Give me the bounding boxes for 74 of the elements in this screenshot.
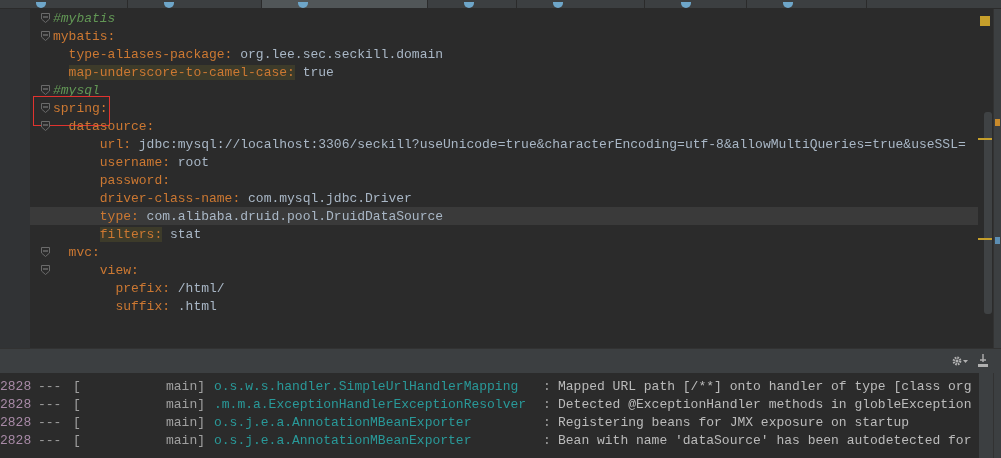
yaml-value: root [176,154,210,170]
code-comment: #mysql [53,82,100,98]
log-separator: : [543,414,552,430]
log-separator: --- [38,432,63,448]
yaml-key: map-underscore-to-camel-case: [68,64,295,80]
file-icon [164,2,174,8]
thread-name: main] [165,432,206,448]
log-separator: --- [38,396,63,412]
logger-name: .m.m.a.ExceptionHandlerExceptionResolver [214,396,528,412]
thread-name: main] [165,414,206,430]
warning-marker[interactable] [978,238,992,240]
file-icon [298,2,308,8]
process-id: 2828 [0,414,33,430]
yaml-value: /html/ [176,280,225,296]
process-id: 2828 [0,396,33,412]
yaml-value: jdbc:mysql://localhost:3306/seckill?useUnicode=true&characterEncoding=utf-8&allowMultiQueries=true&useSSL= [137,136,966,152]
log-bracket: [ [73,414,82,430]
log-bracket: [ [73,396,82,412]
fold-icon[interactable] [41,121,50,131]
yaml-key: mybatis: [53,28,116,44]
log-separator: : [543,432,552,448]
yaml-value: com.mysql.jdbc.Driver [247,190,412,206]
yaml-key: type-aliases-package: [68,46,233,62]
yaml-value: true [301,64,334,80]
file-icon [783,2,793,8]
yaml-key: mvc: [68,244,100,260]
process-id: 2828 [0,378,33,394]
log-bracket: [ [73,432,82,448]
file-icon [36,2,46,8]
file-icon [464,2,474,8]
yaml-key: spring: [53,100,108,116]
yaml-value: org.lee.sec.seckill.domain [239,46,444,62]
logger-name: o.s.j.e.a.AnnotationMBeanExporter [214,414,473,430]
log-message: Bean with name 'dataSource' has been autodetected for [558,432,973,448]
log-separator: --- [38,378,63,394]
process-id: 2828 [0,432,33,448]
thread-name: main] [165,378,206,394]
file-icon [553,2,563,8]
log-message: Registering beans for JMX exposure on startup [558,414,911,430]
yaml-value: .html [176,298,217,314]
log-bracket: [ [73,378,82,394]
editor-tab[interactable] [262,0,428,8]
yaml-key: type: [99,208,139,224]
log-separator: --- [38,414,63,430]
log-message: Mapped URL path [/**] onto handler of type [class org [558,378,973,394]
warning-marker[interactable] [978,138,992,140]
fold-icon[interactable] [41,13,50,23]
yaml-key: url: [99,136,131,152]
yaml-key: suffix: [115,298,170,314]
yaml-value: com.alibaba.druid.pool.DruidDataSource [145,208,444,224]
yaml-key: datasource: [68,118,155,134]
logger-name: o.s.j.e.a.AnnotationMBeanExporter [214,432,473,448]
yaml-value: stat [169,226,202,242]
code-comment: #mybatis [53,10,116,26]
scrollbar-thumb[interactable] [984,112,992,314]
file-icon [681,2,691,8]
yaml-key: driver-class-name: [99,190,241,206]
fold-icon[interactable] [41,265,50,275]
yaml-key: filters: [99,226,163,242]
pin-icon[interactable] [977,354,989,368]
log-separator: : [543,378,552,394]
yaml-key: prefix: [115,280,170,296]
fold-icon[interactable] [41,85,50,95]
log-message: Detected @ExceptionHandler methods in globleException [558,396,973,412]
yaml-key: view: [99,262,139,278]
fold-icon[interactable] [41,103,50,113]
logger-name: o.s.w.s.handler.SimpleUrlHandlerMapping [214,378,520,394]
fold-icon[interactable] [41,247,50,257]
settings-icon[interactable] [951,355,969,367]
yaml-key: password: [99,172,170,188]
yaml-key: username: [99,154,170,170]
fold-icon[interactable] [41,31,50,41]
log-separator: : [543,396,552,412]
thread-name: main] [165,396,206,412]
